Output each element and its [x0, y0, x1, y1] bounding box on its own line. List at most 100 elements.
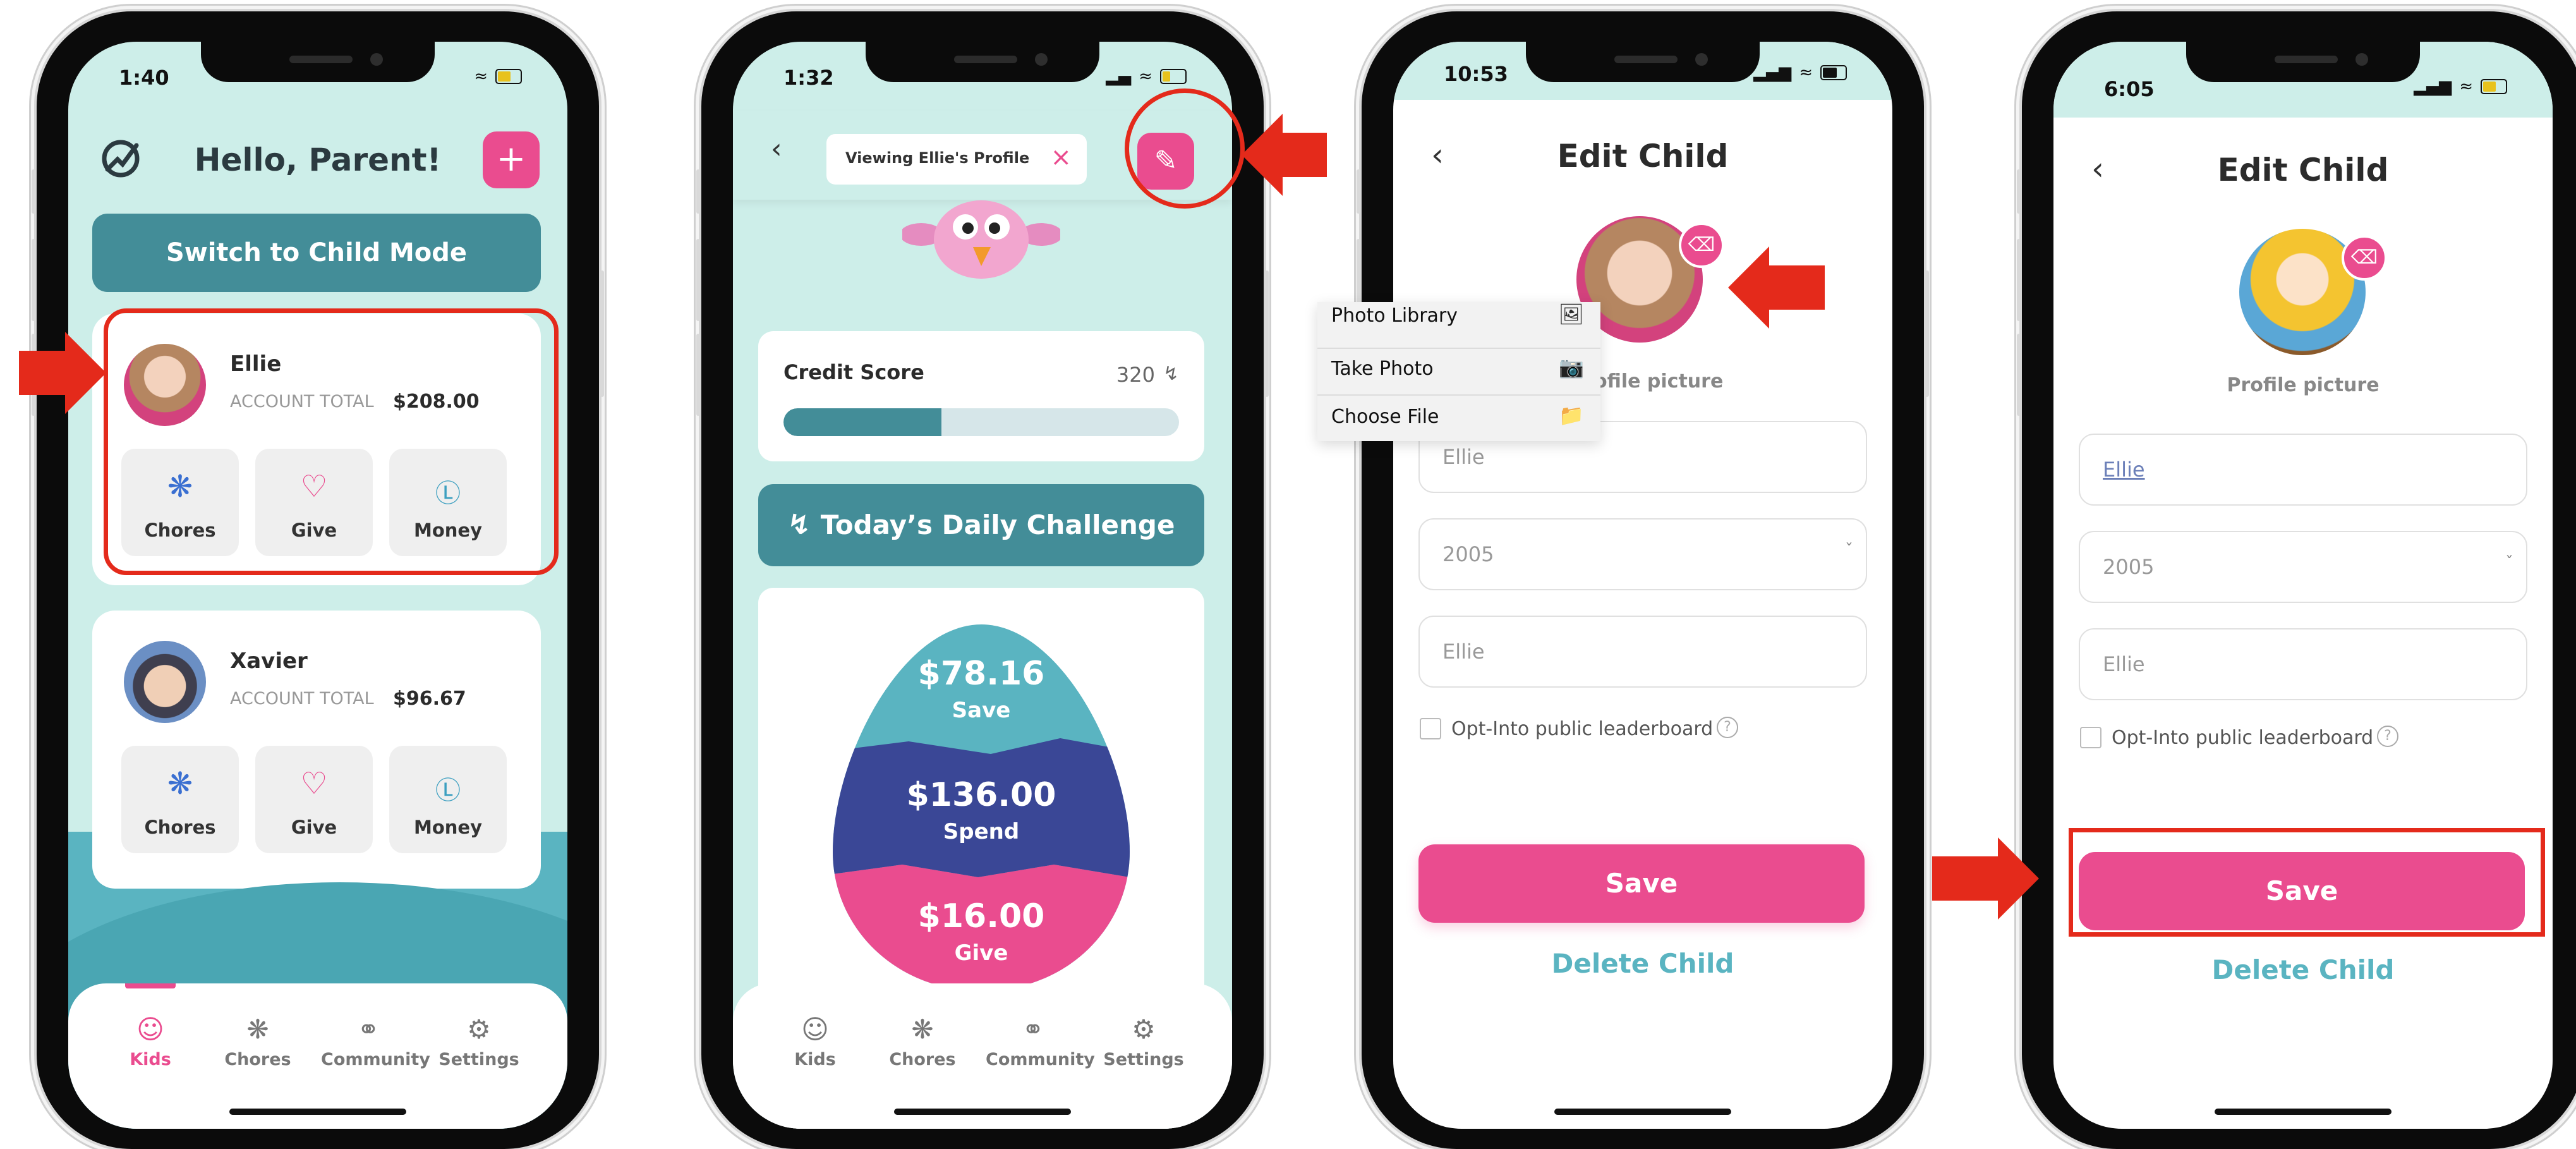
notch — [201, 42, 435, 82]
birth-year-select[interactable]: 2005 ˇ — [2079, 531, 2527, 603]
battery-icon — [1820, 65, 1847, 80]
help-icon[interactable]: ? — [1717, 717, 1738, 738]
spend-amount: $136.00 — [906, 776, 1056, 814]
tab-settings[interactable]: ⚙ Settings — [1096, 1014, 1191, 1069]
photo-library-icon: 🖼 — [1558, 302, 1584, 326]
status-icons: ≈ — [474, 67, 522, 86]
plus-icon: + — [496, 138, 526, 179]
screen-4: 6:05 ▂▄▆ ≈ ‹ Edit Child ⌫ Profile picture… — [2053, 42, 2553, 1129]
wifi-icon: ≈ — [1139, 67, 1152, 86]
puzzle-icon: ❋ — [911, 1014, 934, 1045]
heart-icon: ♡ — [300, 766, 328, 801]
puzzle-icon: ❋ — [246, 1014, 269, 1045]
phone-3: 10:53 ▂▄▆ ≈ ‹ Edit Child ⌫ ofile picture … — [1357, 11, 1929, 1149]
nickname-field[interactable]: Ellie — [1418, 616, 1867, 688]
lightning-icon: ↯ — [1163, 363, 1179, 385]
smiley-icon: ☺ — [801, 1014, 829, 1045]
credit-score-value: 320 — [1116, 363, 1155, 387]
trash-icon: ⌫ — [2350, 246, 2378, 269]
switch-child-mode-button[interactable]: Switch to Child Mode — [92, 214, 541, 292]
credit-score-label: Credit Score — [783, 360, 924, 384]
optin-label: Opt-Into public leaderboard — [2112, 727, 2374, 749]
spend-label: Spend — [943, 819, 1020, 844]
tab-chores[interactable]: ❋ Chores — [210, 1014, 305, 1069]
status-time: 1:32 — [783, 66, 834, 90]
help-icon[interactable]: ? — [2377, 726, 2398, 747]
delete-photo-button[interactable]: ⌫ — [2342, 235, 2387, 281]
menu-item-choose-file[interactable]: Choose File 📁 — [1317, 396, 1600, 441]
notch — [866, 42, 1099, 82]
home-indicator — [229, 1109, 406, 1115]
screen-1: 1:40 ≈ Hello, Parent! + Switch to Child … — [68, 42, 567, 1129]
tab-kids[interactable]: ☺ Kids — [768, 1014, 862, 1069]
battery-icon — [1160, 69, 1187, 84]
smiley-icon: ☺ — [136, 1014, 164, 1045]
status-icons: ▂▄▆ ≈ — [2414, 77, 2507, 96]
tab-bar: ☺ Kids ❋ Chores ⚭ Community ⚙ Settings — [733, 983, 1232, 1129]
avatar-xavier — [124, 641, 206, 723]
delete-child-link[interactable]: Delete Child — [1393, 948, 1892, 979]
delete-photo-button[interactable]: ⌫ — [1679, 222, 1724, 268]
tab-settings[interactable]: ⚙ Settings — [432, 1014, 526, 1069]
tab-kids[interactable]: ☺ Kids — [103, 1014, 198, 1069]
delete-child-link[interactable]: Delete Child — [2053, 954, 2553, 985]
signal-icon: ▂▄▆ — [1753, 63, 1792, 82]
save-amount: $78.16 — [917, 655, 1045, 693]
tab-bar: ☺ Kids ❋ Chores ⚭ Community ⚙ Settings — [68, 983, 567, 1129]
chores-tile[interactable]: ❋ Chores — [121, 746, 239, 853]
daily-challenge-button[interactable]: ↯ Today’s Daily Challenge — [758, 484, 1204, 566]
notch — [1526, 42, 1760, 82]
menu-item-take-photo[interactable]: Take Photo 📷 — [1317, 349, 1600, 396]
page-title: Edit Child — [1557, 138, 1729, 174]
highlight-box — [2069, 828, 2545, 937]
money-tile[interactable]: Ⓛ Money — [389, 746, 507, 853]
annotation-arrow — [1281, 133, 1327, 177]
close-icon[interactable]: × — [1050, 143, 1072, 172]
save-label: Save — [952, 698, 1011, 723]
back-button[interactable]: ‹ — [771, 133, 782, 165]
phone-4: 6:05 ▂▄▆ ≈ ‹ Edit Child ⌫ Profile picture… — [2017, 11, 2576, 1149]
volume-up-button — [32, 239, 35, 321]
credit-score-card: Credit Score 320 ↯ — [758, 331, 1204, 461]
screen-2: 1:32 ▂▄ ≈ ‹ Viewing Ellie's Profile × ✎ C… — [733, 42, 1232, 1129]
lightning-icon: ↯ — [787, 509, 821, 541]
status-icons: ▂▄▆ ≈ — [1753, 63, 1847, 82]
home-indicator — [894, 1109, 1071, 1115]
puzzle-icon: ❋ — [167, 766, 193, 801]
annotation-arrowhead — [1728, 246, 1769, 329]
tab-community[interactable]: ⚭ Community — [986, 1014, 1095, 1069]
globe-icon: ⚭ — [1022, 1014, 1044, 1045]
child-name: Xavier — [230, 648, 308, 674]
phone-1: 1:40 ≈ Hello, Parent! + Switch to Child … — [32, 11, 604, 1149]
active-tab-indicator — [125, 983, 176, 988]
nickname-field[interactable]: Ellie — [2079, 628, 2527, 700]
menu-item-photo-library[interactable]: Photo Library 🖼 — [1317, 302, 1600, 349]
battery-icon — [495, 69, 522, 84]
status-icons: ▂▄ ≈ — [1106, 67, 1187, 86]
annotation-arrowhead — [1998, 837, 2039, 920]
home-indicator — [1554, 1109, 1731, 1115]
add-child-button[interactable]: + — [483, 131, 540, 188]
chevron-down-icon: ˇ — [1845, 541, 1853, 560]
wifi-icon: ≈ — [474, 67, 488, 86]
optin-label: Opt-Into public leaderboard — [1451, 718, 1714, 740]
child-card-xavier[interactable]: Xavier ACCOUNT TOTAL $96.67 ❋ Chores ♡ Giv… — [92, 611, 541, 889]
chevron-down-icon: ˇ — [2505, 554, 2513, 573]
give-amount: $16.00 — [917, 897, 1045, 935]
profile-picture-label: ofile picture — [1594, 370, 1724, 392]
signal-icon: ▂▄▆ — [2414, 77, 2452, 96]
tab-community[interactable]: ⚭ Community — [321, 1014, 430, 1069]
camera-icon: 📷 — [1559, 355, 1584, 379]
dollar-coin-icon: Ⓛ — [435, 776, 461, 805]
give-tile[interactable]: ♡ Give — [255, 746, 373, 853]
name-field[interactable]: Ellie — [2079, 434, 2527, 506]
tab-chores[interactable]: ❋ Chores — [875, 1014, 970, 1069]
notch — [2186, 42, 2420, 82]
optin-checkbox[interactable] — [2080, 727, 2101, 748]
viewing-profile-label: Viewing Ellie's Profile — [845, 149, 1030, 167]
save-button[interactable]: Save — [1418, 844, 1865, 923]
optin-checkbox[interactable] — [1420, 718, 1441, 739]
status-time: 10:53 — [1444, 62, 1508, 86]
credit-score-fill — [783, 408, 942, 436]
birth-year-select[interactable]: 2005 ˇ — [1418, 518, 1867, 590]
